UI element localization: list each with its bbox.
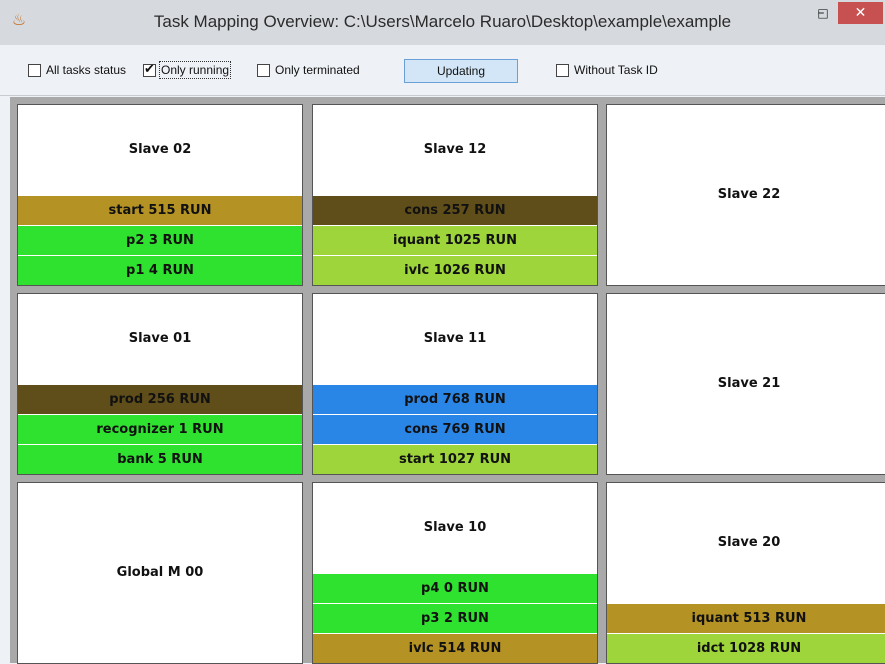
- processor-name: Slave 02: [128, 142, 192, 157]
- task-row: cons 257 RUN: [313, 195, 597, 225]
- without-task-id-checkbox[interactable]: Without Task ID: [556, 62, 658, 78]
- processor-name: Slave 11: [423, 331, 487, 346]
- processor-cell: Slave 22: [606, 104, 885, 286]
- checkbox-box-icon[interactable]: [257, 63, 270, 77]
- task-row: iquant 1025 RUN: [313, 225, 597, 255]
- all-tasks-status-checkbox[interactable]: All tasks status: [28, 62, 126, 78]
- processor-cell: Slave 10 p4 0 RUN p3 2 RUN ivlc 514 RUN: [312, 482, 598, 664]
- task-row: p2 3 RUN: [18, 225, 302, 255]
- close-button[interactable]: ✕: [838, 2, 883, 24]
- processor-cell: Slave 12 cons 257 RUN iquant 1025 RUN ivlc …: [312, 104, 598, 286]
- task-row: idct 1028 RUN: [607, 633, 885, 663]
- task-row: recognizer 1 RUN: [18, 414, 302, 444]
- processor-cell: Slave 21: [606, 293, 885, 475]
- only-terminated-checkbox[interactable]: Only terminated: [257, 62, 360, 78]
- processor-name: Slave 10: [423, 520, 487, 535]
- task-row: p4 0 RUN: [313, 573, 597, 603]
- task-row: bank 5 RUN: [18, 444, 302, 474]
- window-title: Task Mapping Overview: C:\Users\Marcelo …: [153, 12, 732, 31]
- processor-cell: Slave 01 prod 256 RUN recognizer 1 RUN bank…: [17, 293, 303, 475]
- processor-cell: Slave 20 iquant 513 RUN idct 1028 RUN: [606, 482, 885, 664]
- task-row: cons 769 RUN: [313, 414, 597, 444]
- checkbox-checked-icon[interactable]: [143, 61, 156, 77]
- title-bar: ♨ Task Mapping Overview: C:\Users\Marcel…: [0, 0, 885, 46]
- processor-cell: Global M 00: [17, 482, 303, 664]
- toolbar: All tasks status Only running Only termi…: [0, 45, 885, 96]
- processor-grid: Slave 02 start 515 RUN p2 3 RUN p1 4 RUN Sla…: [10, 97, 885, 664]
- checkbox-box-icon[interactable]: [28, 63, 41, 77]
- processor-cell: Slave 02 start 515 RUN p2 3 RUN p1 4 RUN: [17, 104, 303, 286]
- task-row: prod 256 RUN: [18, 384, 302, 414]
- processor-cell: Slave 11 prod 768 RUN cons 769 RUN start 10…: [312, 293, 598, 475]
- processor-name: Slave 22: [717, 187, 781, 202]
- maximize-button[interactable]: □: [812, 4, 834, 22]
- task-row: prod 768 RUN: [313, 384, 597, 414]
- updating-button[interactable]: Updating: [404, 59, 518, 83]
- task-row: iquant 513 RUN: [607, 603, 885, 633]
- processor-name: Slave 20: [717, 535, 781, 550]
- task-row: start 1027 RUN: [313, 444, 597, 474]
- task-row: ivlc 1026 RUN: [313, 255, 597, 285]
- processor-name: Slave 21: [717, 376, 781, 391]
- processor-name: Slave 01: [128, 331, 192, 346]
- without-task-id-label: Without Task ID: [574, 63, 658, 77]
- checkbox-box-icon[interactable]: [556, 63, 569, 77]
- task-row: ivlc 514 RUN: [313, 633, 597, 663]
- task-row: p1 4 RUN: [18, 255, 302, 285]
- processor-name: Global M 00: [116, 565, 204, 580]
- task-row: start 515 RUN: [18, 195, 302, 225]
- processor-name: Slave 12: [423, 142, 487, 157]
- only-running-checkbox[interactable]: Only running: [143, 61, 232, 79]
- only-terminated-label: Only terminated: [275, 63, 360, 77]
- all-tasks-status-label: All tasks status: [46, 63, 127, 77]
- task-row: p3 2 RUN: [313, 603, 597, 633]
- only-running-label: Only running: [158, 61, 232, 79]
